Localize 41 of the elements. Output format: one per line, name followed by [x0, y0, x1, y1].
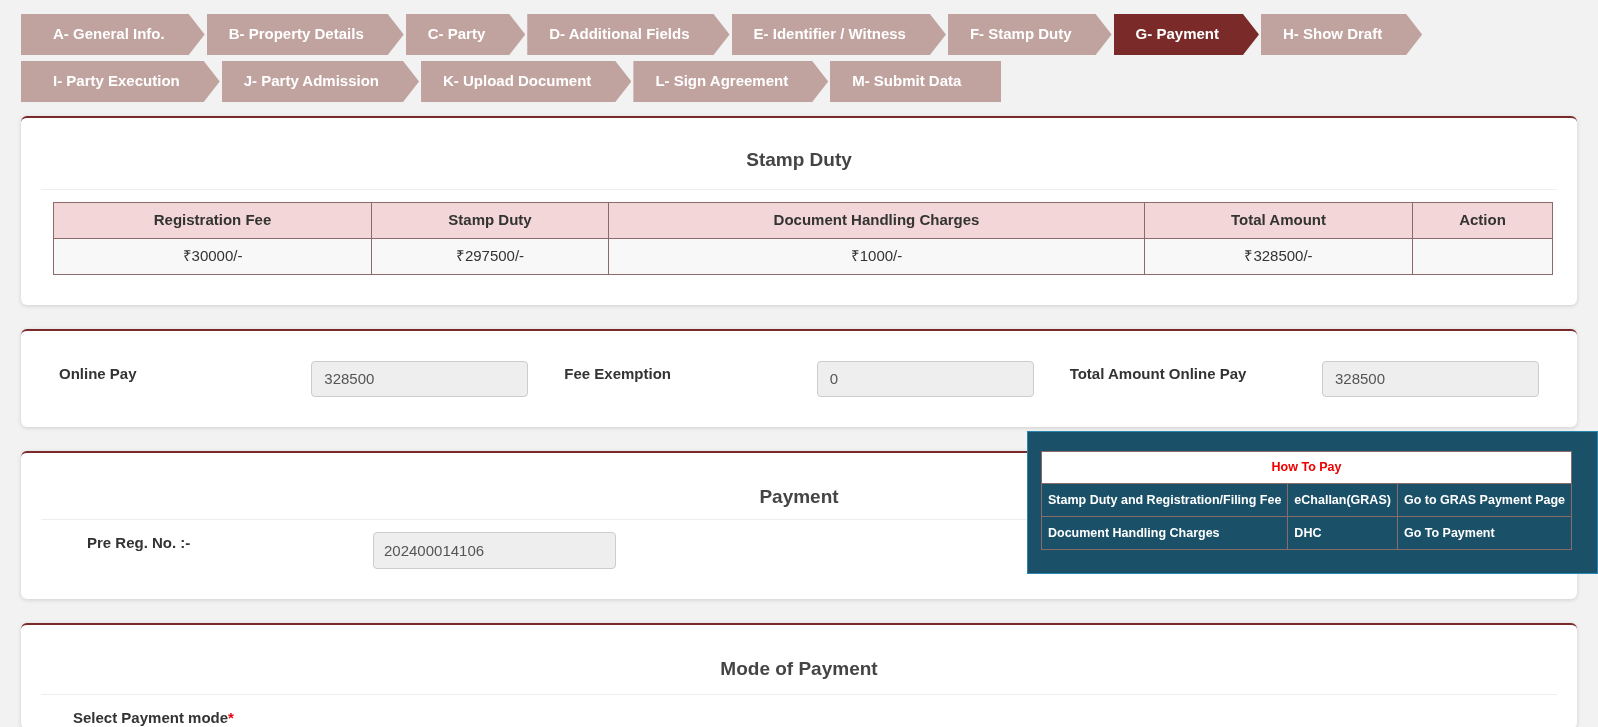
payment-link[interactable]: Go To Payment: [1397, 516, 1572, 550]
column-header: Total Amount: [1144, 202, 1413, 238]
step-tab[interactable]: C- Party: [405, 14, 526, 55]
column-header: Registration Fee: [53, 202, 372, 238]
step-tab[interactable]: H- Show Draft: [1260, 14, 1423, 55]
table-cell: Stamp Duty and Registration/Filing Fee: [1041, 483, 1288, 517]
field-label: Select Payment mode: [73, 707, 229, 727]
field-label: Pre Reg. No. :-: [87, 533, 192, 553]
input-field[interactable]: 328500: [311, 360, 529, 397]
step-tab[interactable]: L- Sign Agreement: [633, 61, 829, 102]
payment-link[interactable]: Go to GRAS Payment Page: [1397, 483, 1572, 517]
input-field[interactable]: 202400014106: [373, 532, 616, 569]
step-tab[interactable]: B- Property Details: [206, 14, 404, 55]
required-mark: *: [228, 707, 234, 727]
column-header: Stamp Duty: [371, 202, 609, 238]
step-tab[interactable]: F- Stamp Duty: [947, 14, 1112, 55]
table-cell: Document Handling Charges: [1041, 516, 1288, 550]
table-cell: ₹1000/-: [608, 238, 1145, 274]
step-tab[interactable]: E- Identifier / Witness: [731, 14, 946, 55]
table-cell: DHC: [1287, 516, 1398, 550]
field-label: Online Pay: [59, 363, 137, 384]
step-tab[interactable]: G- Payment: [1113, 14, 1259, 55]
step-tab[interactable]: D- Additional Fields: [527, 14, 730, 55]
step-tab[interactable]: J- Party Admission: [221, 61, 420, 102]
column-header: Action: [1412, 202, 1553, 238]
step-tab[interactable]: K- Upload Document: [421, 61, 632, 102]
table-cell: eChallan(GRAS): [1287, 483, 1398, 517]
table-cell: ₹30000/-: [53, 238, 372, 274]
step-tab[interactable]: I- Party Execution: [21, 61, 220, 102]
section-title: Stamp Duty: [41, 146, 1557, 190]
field-label: Total Amount Online Pay: [1069, 363, 1247, 384]
column-header: Document Handling Charges: [608, 202, 1145, 238]
input-field[interactable]: 328500: [1322, 360, 1539, 397]
field-label: Fee Exemption: [564, 363, 672, 384]
step-tab[interactable]: A- General Info.: [21, 14, 205, 55]
table-cell: ₹328500/-: [1144, 238, 1413, 274]
popup-title: How To Pay: [1041, 451, 1572, 484]
step-tab[interactable]: M- Submit Data: [830, 61, 1002, 102]
table-cell: ₹297500/-: [371, 238, 609, 274]
section-title: Mode of Payment: [41, 655, 1557, 695]
input-field[interactable]: 0: [816, 360, 1034, 397]
